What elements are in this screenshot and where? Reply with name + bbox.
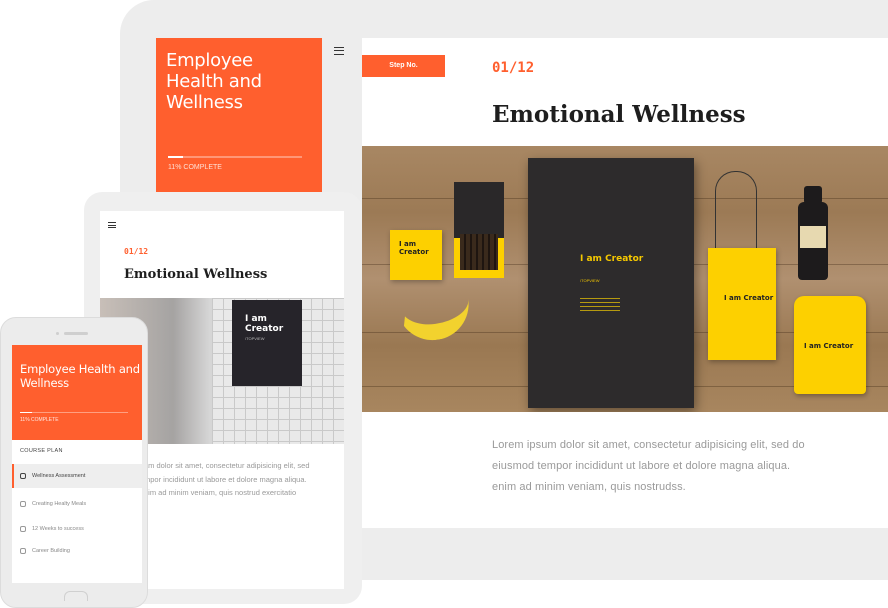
course-progress-text: 11% COMPLETE [168, 164, 222, 171]
course-card: Employee Health and Wellness 11% COMPLET… [156, 38, 322, 192]
lesson-icon [20, 548, 26, 554]
bag-text: I am Creator [724, 294, 774, 302]
banana-image [394, 283, 474, 345]
tablet-poster: I am Creator /TOPVIEW [232, 300, 302, 386]
folder-text-lines [580, 298, 620, 314]
phone-course-title: Employee Health and Wellness [20, 362, 140, 390]
folder-text: I am Creator [580, 254, 644, 264]
bottle-label [800, 226, 826, 248]
body-line: nim ad minim veniam, quis nostrud exerci… [144, 488, 297, 497]
plan-item-label: 12 Weeks to success [32, 526, 84, 532]
course-progress-fill [168, 156, 183, 158]
body-line: enim ad minim veniam, quis nostrudss. [492, 481, 686, 493]
step-label-badge: Step No. [362, 55, 445, 77]
bag-handle [715, 171, 757, 253]
mockup-pouch: I am Creator [794, 296, 866, 394]
lesson-body-text: Lorem ipsum dolor sit amet, consectetur … [492, 435, 852, 498]
matches [460, 234, 498, 270]
phone-progress-text: 11% COMPLETE [20, 417, 59, 423]
plan-item-label: Creating Healty Meals [32, 501, 87, 507]
plan-item-wellness-assessment[interactable]: Wellness Assessment [12, 464, 142, 488]
body-line: am dolor sit amet, consectetur adipisici… [144, 461, 310, 470]
mockup-folder: I am Creator /TOPVIEW [528, 158, 694, 408]
mockup-card-text: I am Creator [399, 240, 429, 256]
device-showcase: Employee Health and Wellness 11% COMPLET… [0, 0, 888, 608]
body-line: mpor incididunt ut labore et dolore magn… [144, 474, 307, 484]
matchbox-lid [454, 182, 504, 238]
hamburger-menu-icon[interactable] [334, 47, 344, 55]
tablet-step-number: 01/12 [124, 247, 149, 256]
plan-item-career-building[interactable]: Career Building [12, 539, 142, 563]
body-line: Lorem ipsum dolor sit amet, consectetur … [492, 439, 805, 451]
phone-progress-bar [20, 412, 128, 413]
lesson-icon [20, 526, 26, 532]
tablet-body-text: am dolor sit amet, consectetur adipisici… [144, 459, 340, 500]
course-progress-bar [168, 156, 302, 158]
poster-subtext: /TOPVIEW [245, 336, 265, 341]
step-number: 01/12 [492, 60, 535, 76]
plan-item-label: Career Building [32, 548, 70, 554]
lesson-panel: Step No. 01/12 Emotional Wellness I am C… [362, 38, 888, 528]
plan-item-12-weeks[interactable]: 12 Weeks to success [12, 517, 142, 541]
lesson-icon [20, 501, 26, 507]
phone-camera [56, 332, 59, 335]
poster-text: I am Creator [245, 314, 284, 334]
plan-item-creating-healty-meals[interactable]: Creating Healty Meals [12, 492, 142, 516]
phone-speaker [64, 332, 88, 335]
phone-course-card: Employee Health and Wellness 11% COMPLET… [12, 345, 142, 440]
lesson-hero-image: I am Creator I am Creator /TOPVIEW I am … [362, 146, 888, 412]
body-line: eiusmod tempor incididunt ut labore et d… [492, 460, 791, 472]
plan-item-label: Wellness Assessment [32, 473, 86, 479]
course-plan-heading: COURSE PLAN [20, 448, 63, 454]
lesson-icon [20, 473, 26, 479]
lesson-title: Emotional Wellness [492, 101, 746, 128]
mockup-card: I am Creator [390, 230, 442, 280]
mockup-bag: I am Creator [708, 248, 776, 360]
mockup-matchbox [454, 182, 504, 278]
phone-progress-fill [20, 412, 32, 413]
pouch-text: I am Creator [804, 342, 854, 350]
tablet-hamburger-menu-icon[interactable] [108, 222, 116, 228]
phone-home-button [64, 591, 88, 601]
folder-subtext: /TOPVIEW [580, 278, 600, 283]
course-title: Employee Health and Wellness [166, 50, 262, 113]
tablet-lesson-title: Emotional Wellness [124, 267, 268, 282]
